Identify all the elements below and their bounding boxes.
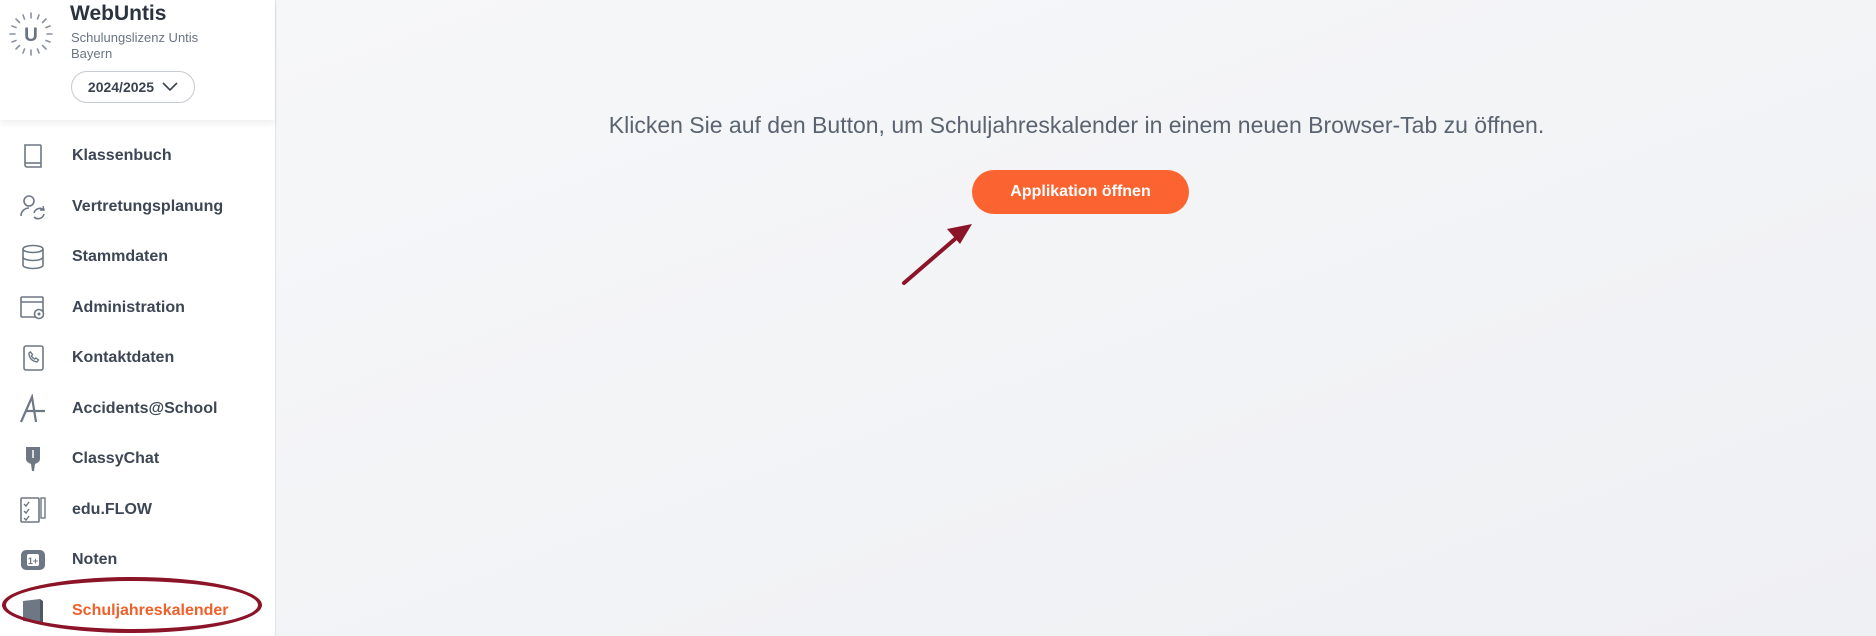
- sidebar-item-edu-flow[interactable]: edu.FLOW: [0, 485, 276, 536]
- license-text: Schulungslizenz Untis Bayern: [71, 30, 199, 61]
- sidebar-item-classychat[interactable]: ClassyChat: [0, 434, 276, 485]
- app-name: WebUntis: [70, 2, 167, 25]
- sidebar-item-stammdaten[interactable]: Stammdaten: [0, 232, 276, 283]
- webuntis-logo-icon: U: [9, 12, 53, 56]
- database-icon: [22, 244, 44, 270]
- sidebar-item-noten[interactable]: 1+ Noten: [0, 535, 276, 586]
- calendar-book-icon: [23, 598, 43, 623]
- sidebar-item-label: Schuljahreskalender: [72, 601, 229, 619]
- main-content: Klicken Sie auf den Button, um Schuljahr…: [277, 0, 1876, 636]
- svg-text:1+: 1+: [28, 556, 38, 566]
- checklist-icon: [20, 496, 46, 523]
- info-message: Klicken Sie auf den Button, um Schuljahr…: [608, 112, 1545, 138]
- school-year-dropdown[interactable]: 2024/2025: [71, 71, 195, 103]
- person-sync-icon: [20, 194, 45, 220]
- sidebar-item-accidents-school[interactable]: Accidents@School: [0, 384, 276, 435]
- sidebar-item-label: edu.FLOW: [72, 500, 152, 518]
- sidebar-item-label: Stammdaten: [72, 248, 169, 266]
- sidebar-item-label: Administration: [72, 298, 185, 316]
- book-icon: [24, 144, 42, 169]
- grades-icon: 1+: [21, 550, 45, 571]
- sidebar: U WebUntis Schulungslizenz Untis Bayern …: [0, 0, 276, 636]
- brand-header: U WebUntis Schulungslizenz Untis Bayern …: [0, 0, 275, 120]
- open-application-button[interactable]: Applikation öffnen: [972, 170, 1189, 214]
- annotation-arrow-icon: [902, 224, 972, 285]
- phone-book-icon: [23, 345, 44, 372]
- sidebar-item-label: ClassyChat: [72, 450, 160, 468]
- sidebar-nav: Klassenbuch Vertretungsplanung Stammdate…: [0, 131, 276, 636]
- accidents-logo-icon: [19, 393, 45, 423]
- sidebar-item-vertretungsplanung[interactable]: Vertretungsplanung: [0, 182, 276, 233]
- sidebar-item-administration[interactable]: Administration: [0, 283, 276, 334]
- sidebar-item-label: Klassenbuch: [72, 147, 172, 165]
- school-year-value: 2024/2025: [87, 79, 155, 95]
- sidebar-item-label: Vertretungsplanung: [72, 197, 224, 215]
- classychat-icon: [26, 447, 40, 472]
- sidebar-item-label: Kontaktdaten: [72, 349, 175, 367]
- sidebar-item-label: Noten: [72, 551, 118, 569]
- sidebar-item-kontaktdaten[interactable]: Kontaktdaten: [0, 333, 276, 384]
- sidebar-item-label: Accidents@School: [72, 399, 218, 417]
- window-gear-icon: [20, 295, 45, 320]
- sidebar-item-klassenbuch[interactable]: Klassenbuch: [0, 131, 276, 182]
- sidebar-item-schuljahreskalender[interactable]: Schuljahreskalender: [0, 586, 276, 636]
- chevron-down-icon: [162, 82, 178, 92]
- svg-text:U: U: [24, 25, 38, 46]
